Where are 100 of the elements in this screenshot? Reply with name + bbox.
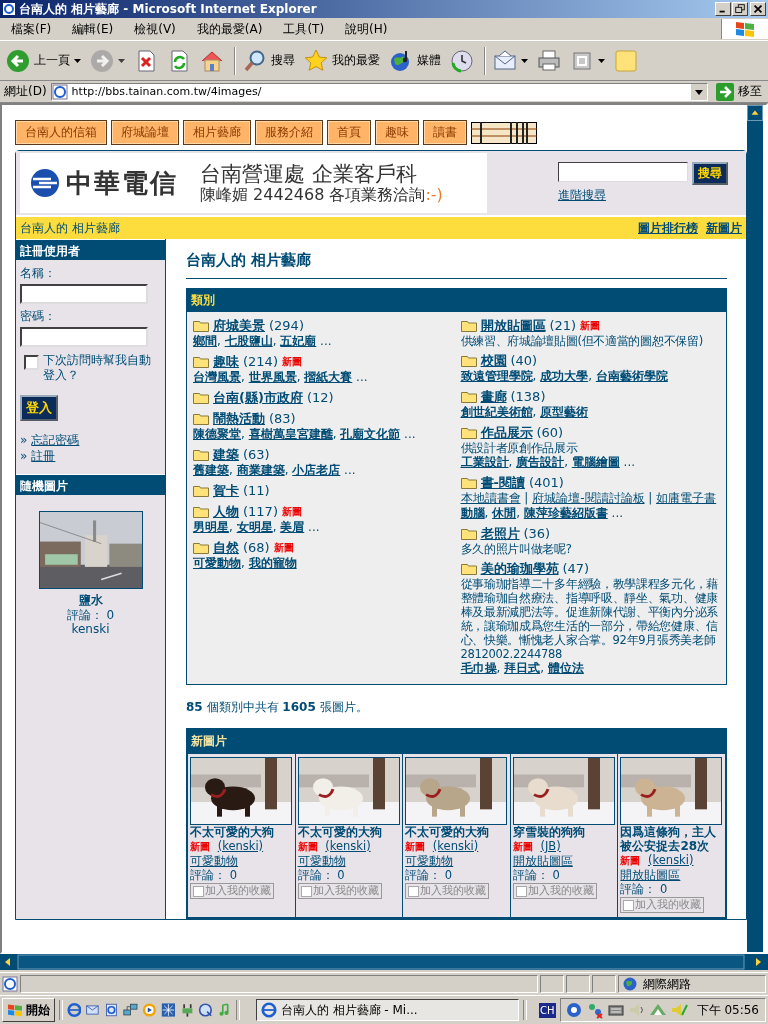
go-button[interactable]: 移至 (712, 82, 766, 101)
subcategory-link[interactable]: 電腦繪圖 (571, 455, 620, 469)
category-link[interactable]: 人物 (213, 503, 239, 520)
advanced-search-link[interactable]: 進階搜尋 (558, 187, 728, 204)
restore-icon[interactable] (732, 2, 748, 16)
nav-tab[interactable]: 讀書 (423, 120, 467, 145)
address-field[interactable]: http://bbs.tainan.com.tw/4images/ (50, 82, 708, 101)
subcategory-link[interactable]: 美眉 (280, 520, 305, 534)
nav-tab[interactable]: 首頁 (327, 120, 371, 145)
top-link[interactable]: 新圖片 (706, 219, 742, 237)
category-link[interactable]: 開放貼圖區 (512, 854, 573, 868)
image-title[interactable]: 不太可愛的大狗 (297, 825, 401, 839)
subcategory-link[interactable]: 毛巾操 (460, 661, 497, 675)
checkbox[interactable] (193, 885, 204, 897)
category-link[interactable]: 可愛動物 (297, 854, 346, 868)
subcategory-link[interactable]: 小店老店 (292, 463, 341, 477)
taskbar-window-button[interactable]: 台南人的 相片藝廊 - Mi... (255, 999, 520, 1021)
subcategory-link[interactable]: 喜樹萬皇宮建醮 (248, 427, 333, 441)
mail-button[interactable] (484, 46, 531, 75)
user-link[interactable]: (JB) (540, 839, 561, 853)
account-link[interactable]: 註冊 (31, 448, 56, 465)
menu-item[interactable]: 我的最愛(A) (189, 18, 270, 40)
search-button[interactable]: 搜尋 (692, 162, 728, 185)
user-link[interactable]: (kenski) (217, 839, 264, 853)
checkbox[interactable] (300, 885, 312, 897)
menu-item[interactable]: 說明(H) (338, 18, 395, 40)
subcategory-link[interactable]: 創世紀美術館 (460, 405, 533, 419)
link[interactable]: 府城論壇-閱讀討論板 (532, 491, 645, 505)
media-player-icon[interactable] (141, 1001, 157, 1019)
checkbox[interactable] (623, 899, 635, 911)
subcategory-link[interactable]: 原型藝術 (540, 405, 589, 419)
subcategory-link[interactable]: 致遠管理學院 (460, 369, 533, 383)
category-link[interactable]: 鬧熱活動 (213, 410, 265, 427)
link[interactable]: 本地讀書會 (460, 491, 521, 505)
subcategory-link[interactable]: 工業設計 (460, 455, 509, 469)
search-field[interactable] (558, 162, 688, 182)
image-title[interactable]: 穿雪裝的狗狗 (512, 825, 616, 839)
minimize-icon[interactable] (715, 2, 731, 16)
language-indicator[interactable]: CH (539, 1002, 556, 1018)
subcategory-link[interactable]: 孔廟文化節 (340, 427, 401, 441)
image-title[interactable]: 因爲這條狗，主人被公安捉去28次 (620, 825, 723, 853)
user-link[interactable]: (kenski) (432, 839, 479, 853)
snowflake-icon[interactable] (160, 1001, 176, 1019)
subcategory-link[interactable]: 陳德聚堂 (193, 427, 241, 441)
close-icon[interactable] (750, 2, 766, 16)
category-link[interactable]: 賀卡 (213, 482, 239, 499)
nav-tab[interactable]: 相片藝廊 (183, 120, 251, 145)
media-button[interactable]: 媒體 (386, 46, 444, 75)
checkbox[interactable] (515, 885, 527, 897)
category-link[interactable]: 美的瑜珈學苑 (480, 560, 559, 577)
quicktime-icon[interactable] (198, 1001, 214, 1019)
category-link[interactable]: 可愛動物 (405, 854, 454, 868)
login-button[interactable]: 登入 (20, 395, 58, 421)
category-link[interactable]: 台南(縣)市政府 (213, 389, 303, 406)
favorites-button[interactable]: 我的最愛 (301, 46, 383, 75)
menu-item[interactable]: 工具(T) (276, 18, 332, 40)
search-button[interactable]: 搜尋 (234, 46, 298, 75)
subcategory-link[interactable]: 我的寵物 (248, 556, 297, 570)
menu-item[interactable]: 編輯(E) (65, 18, 121, 40)
subcategory-link[interactable]: 台灣風景 (193, 370, 241, 384)
subcategory-link[interactable]: 陳萍珍藝紹版書 (523, 506, 608, 520)
category-link[interactable]: 畫廊 (480, 388, 507, 405)
nav-tab[interactable]: 趣味 (375, 120, 419, 145)
subcategory-link[interactable]: 動腦 (460, 506, 485, 520)
subcategory-link[interactable]: 台南藝術學院 (595, 369, 668, 383)
image-title[interactable]: 不太可愛的大狗 (405, 825, 508, 839)
advertisement-banner[interactable]: 中華電信 台南營運處 企業客戶科 陳峰媚 2442468 各項業務洽詢:-) (20, 153, 487, 213)
category-link[interactable]: 書-閱讀 (480, 474, 525, 491)
subcategory-link[interactable]: 男明星 (193, 520, 229, 534)
category-link[interactable]: 開放貼圖區 (480, 317, 546, 334)
nav-tab[interactable]: 台南人的信箱 (15, 120, 107, 145)
link[interactable]: 如庸電子書 (656, 491, 717, 505)
browser-icon[interactable] (66, 1001, 82, 1019)
account-link[interactable]: 忘記密碼 (31, 433, 80, 449)
page-icon[interactable] (104, 1001, 120, 1019)
category-link[interactable]: 自然 (213, 539, 239, 556)
image-title[interactable]: 鹽水 (78, 593, 103, 608)
name-field[interactable] (20, 284, 148, 304)
nav-tab[interactable]: 府城論壇 (111, 120, 179, 145)
horizontal-scrollbar[interactable] (0, 954, 768, 970)
user-link[interactable]: (kenski) (325, 839, 371, 853)
subcategory-link[interactable]: 世界風景 (248, 370, 297, 384)
category-link[interactable]: 作品展示 (480, 424, 533, 441)
checkbox[interactable] (24, 355, 39, 370)
subcategory-link[interactable]: 舊建築 (193, 463, 229, 477)
category-link[interactable]: 可愛動物 (190, 854, 238, 868)
image-title[interactable]: 不太可愛的大狗 (190, 825, 293, 839)
subcategory-link[interactable]: 七股鹽山 (224, 334, 273, 348)
menu-item[interactable]: 檢視(V) (127, 18, 183, 40)
category-link[interactable]: 老照片 (480, 525, 520, 542)
subcategory-link[interactable]: 五妃廟 (280, 334, 317, 348)
subcategory-link[interactable]: 體位法 (547, 661, 584, 675)
category-link[interactable]: 趣味 (213, 353, 239, 370)
category-link[interactable]: 建築 (213, 446, 239, 463)
subcategory-link[interactable]: 廣告設計 (516, 455, 565, 469)
start-button[interactable]: 開始 (2, 998, 55, 1022)
menu-item[interactable]: 檔案(F) (4, 18, 59, 40)
category-link[interactable]: 開放貼圖區 (620, 868, 681, 882)
subcategory-link[interactable]: 摺紙大賽 (304, 370, 353, 384)
subcategory-link[interactable]: 成功大學 (540, 369, 589, 383)
